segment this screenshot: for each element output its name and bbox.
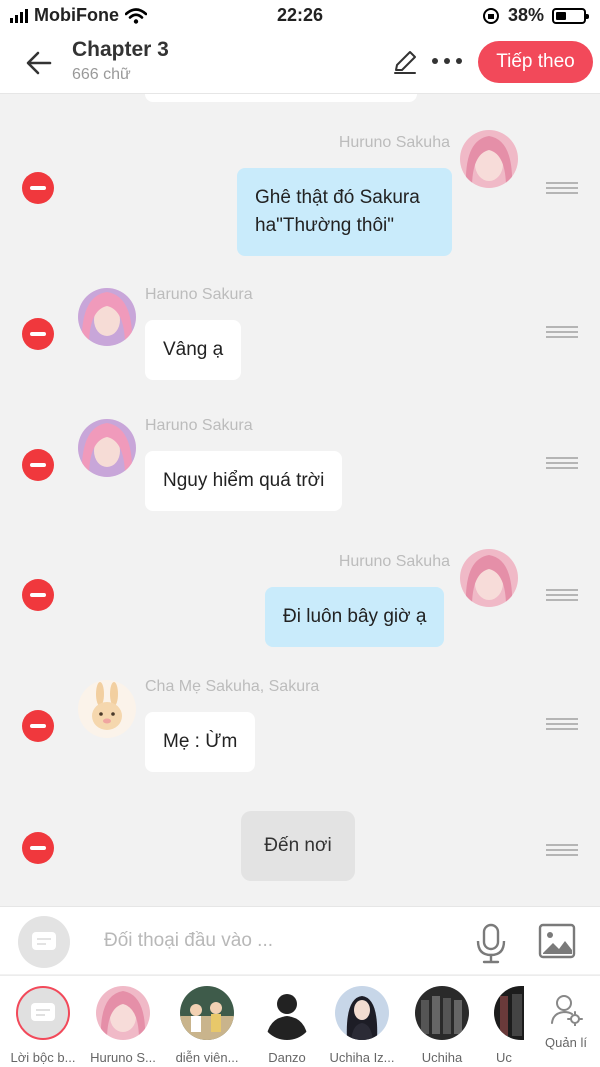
character-name: Uchiha Iz... bbox=[329, 1050, 395, 1065]
drag-handle-icon[interactable] bbox=[546, 457, 578, 472]
chapter-header: Chapter 3 666 chữ Tiếp theo bbox=[0, 32, 600, 94]
message-bubble[interactable]: Mẹ : Ừm bbox=[145, 712, 256, 772]
drag-handle-icon[interactable] bbox=[546, 844, 578, 859]
message-bubble[interactable]: Vâng ạ bbox=[145, 320, 242, 380]
character-item[interactable]: Uchiha bbox=[400, 986, 484, 1065]
chat-area[interactable]: Huruno Sakuha Ghê thật đó Sakura ha"Thườ… bbox=[0, 94, 600, 906]
drag-handle-icon[interactable] bbox=[546, 182, 578, 197]
more-icon[interactable] bbox=[432, 58, 466, 68]
message-row: Huruno Sakuha Ghê thật đó Sakura ha"Thườ… bbox=[0, 130, 600, 260]
delete-message-button[interactable] bbox=[22, 710, 54, 742]
speaker-name: Huruno Sakuha bbox=[338, 134, 450, 151]
message-row: Haruno Sakura Vâng ạ bbox=[0, 286, 600, 398]
word-count: 666 chữ bbox=[72, 66, 131, 83]
manage-user-icon bbox=[551, 995, 583, 1027]
avatar bbox=[335, 986, 389, 1040]
character-item[interactable]: Danzo bbox=[245, 986, 329, 1065]
speaker-name: Haruno Sakura bbox=[145, 417, 253, 434]
avatar bbox=[180, 986, 234, 1040]
dialogue-input[interactable] bbox=[104, 927, 444, 955]
avatar bbox=[260, 986, 314, 1040]
avatar[interactable] bbox=[460, 549, 518, 607]
character-name: Lời bộc b... bbox=[10, 1050, 76, 1065]
message-bubble[interactable]: Ghê thật đó Sakura ha"Thường thôi" bbox=[237, 168, 452, 256]
avatar[interactable] bbox=[78, 288, 136, 346]
status-bar: MobiFone 22:26 38% bbox=[0, 0, 600, 32]
manage-label: Quản lí bbox=[545, 1035, 587, 1050]
character-item[interactable]: Uchiha Iz... bbox=[320, 986, 404, 1065]
pencil-icon[interactable] bbox=[392, 49, 418, 75]
character-name: Danzo bbox=[268, 1050, 306, 1065]
message-bubble[interactable]: Nguy hiểm quá trời bbox=[145, 451, 343, 511]
chapter-title: Chapter 3 bbox=[72, 38, 169, 61]
drag-handle-icon[interactable] bbox=[546, 326, 578, 341]
battery-level bbox=[556, 11, 566, 20]
character-bar: Lời bộc b... Huruno S... diễn viên... Da… bbox=[0, 975, 600, 1067]
next-chapter-button[interactable]: Tiếp theo bbox=[478, 41, 593, 83]
delete-message-button[interactable] bbox=[22, 318, 54, 350]
avatar bbox=[96, 986, 150, 1040]
avatar[interactable] bbox=[78, 680, 136, 738]
speaker-name: Huruno Sakuha bbox=[338, 553, 450, 570]
message-line: Ghê thật đó Sakura bbox=[255, 187, 420, 208]
mic-icon[interactable] bbox=[474, 921, 508, 965]
manage-characters-button[interactable]: Quản lí bbox=[538, 992, 594, 1050]
speaker-name: Haruno Sakura bbox=[145, 286, 253, 303]
battery-percent: 38% bbox=[507, 5, 544, 25]
drag-handle-icon[interactable] bbox=[546, 589, 578, 604]
message-row: Cha Mẹ Sakuha, Sakura Mẹ : Ừm bbox=[0, 678, 600, 790]
narration-row: Đến nơi bbox=[0, 810, 600, 890]
delete-message-button[interactable] bbox=[22, 449, 54, 481]
message-type-button[interactable] bbox=[18, 916, 70, 968]
input-bar bbox=[0, 906, 600, 974]
delete-message-button[interactable] bbox=[22, 172, 54, 204]
message-bubble[interactable]: Đi luôn bây giờ ạ bbox=[265, 587, 445, 647]
delete-message-button[interactable] bbox=[22, 832, 54, 864]
message-line: ha"Thường thôi" bbox=[255, 215, 395, 236]
avatar[interactable] bbox=[460, 130, 518, 188]
orientation-lock-icon bbox=[482, 7, 499, 24]
character-item[interactable]: diễn viên... bbox=[165, 986, 249, 1065]
message-row: Huruno Sakuha Đi luôn bây giờ ạ bbox=[0, 549, 600, 659]
avatar[interactable] bbox=[78, 419, 136, 477]
avatar bbox=[415, 986, 469, 1040]
character-item[interactable]: Uc bbox=[482, 986, 524, 1065]
back-arrow-icon[interactable] bbox=[22, 46, 56, 80]
chat-icon bbox=[31, 1003, 55, 1021]
drag-handle-icon[interactable] bbox=[546, 718, 578, 733]
delete-message-button[interactable] bbox=[22, 579, 54, 611]
speaker-name: Cha Mẹ Sakuha, Sakura bbox=[145, 678, 320, 695]
character-name: Huruno S... bbox=[90, 1050, 156, 1065]
chat-icon bbox=[32, 932, 56, 950]
character-name: Uchiha bbox=[421, 1050, 463, 1065]
avatar bbox=[16, 986, 70, 1040]
previous-message-bubble[interactable] bbox=[145, 94, 417, 102]
character-narrator[interactable]: Lời bộc b... bbox=[1, 986, 85, 1065]
narration-bubble[interactable]: Đến nơi bbox=[241, 811, 355, 881]
avatar bbox=[494, 986, 524, 1040]
battery-group: 38% bbox=[482, 5, 589, 26]
character-name: diễn viên... bbox=[175, 1050, 239, 1065]
character-name: Uc bbox=[496, 1050, 512, 1065]
character-item[interactable]: Huruno S... bbox=[81, 986, 165, 1065]
image-icon[interactable] bbox=[538, 923, 576, 959]
battery-icon bbox=[552, 7, 589, 24]
message-row: Haruno Sakura Nguy hiểm quá trời bbox=[0, 417, 600, 529]
